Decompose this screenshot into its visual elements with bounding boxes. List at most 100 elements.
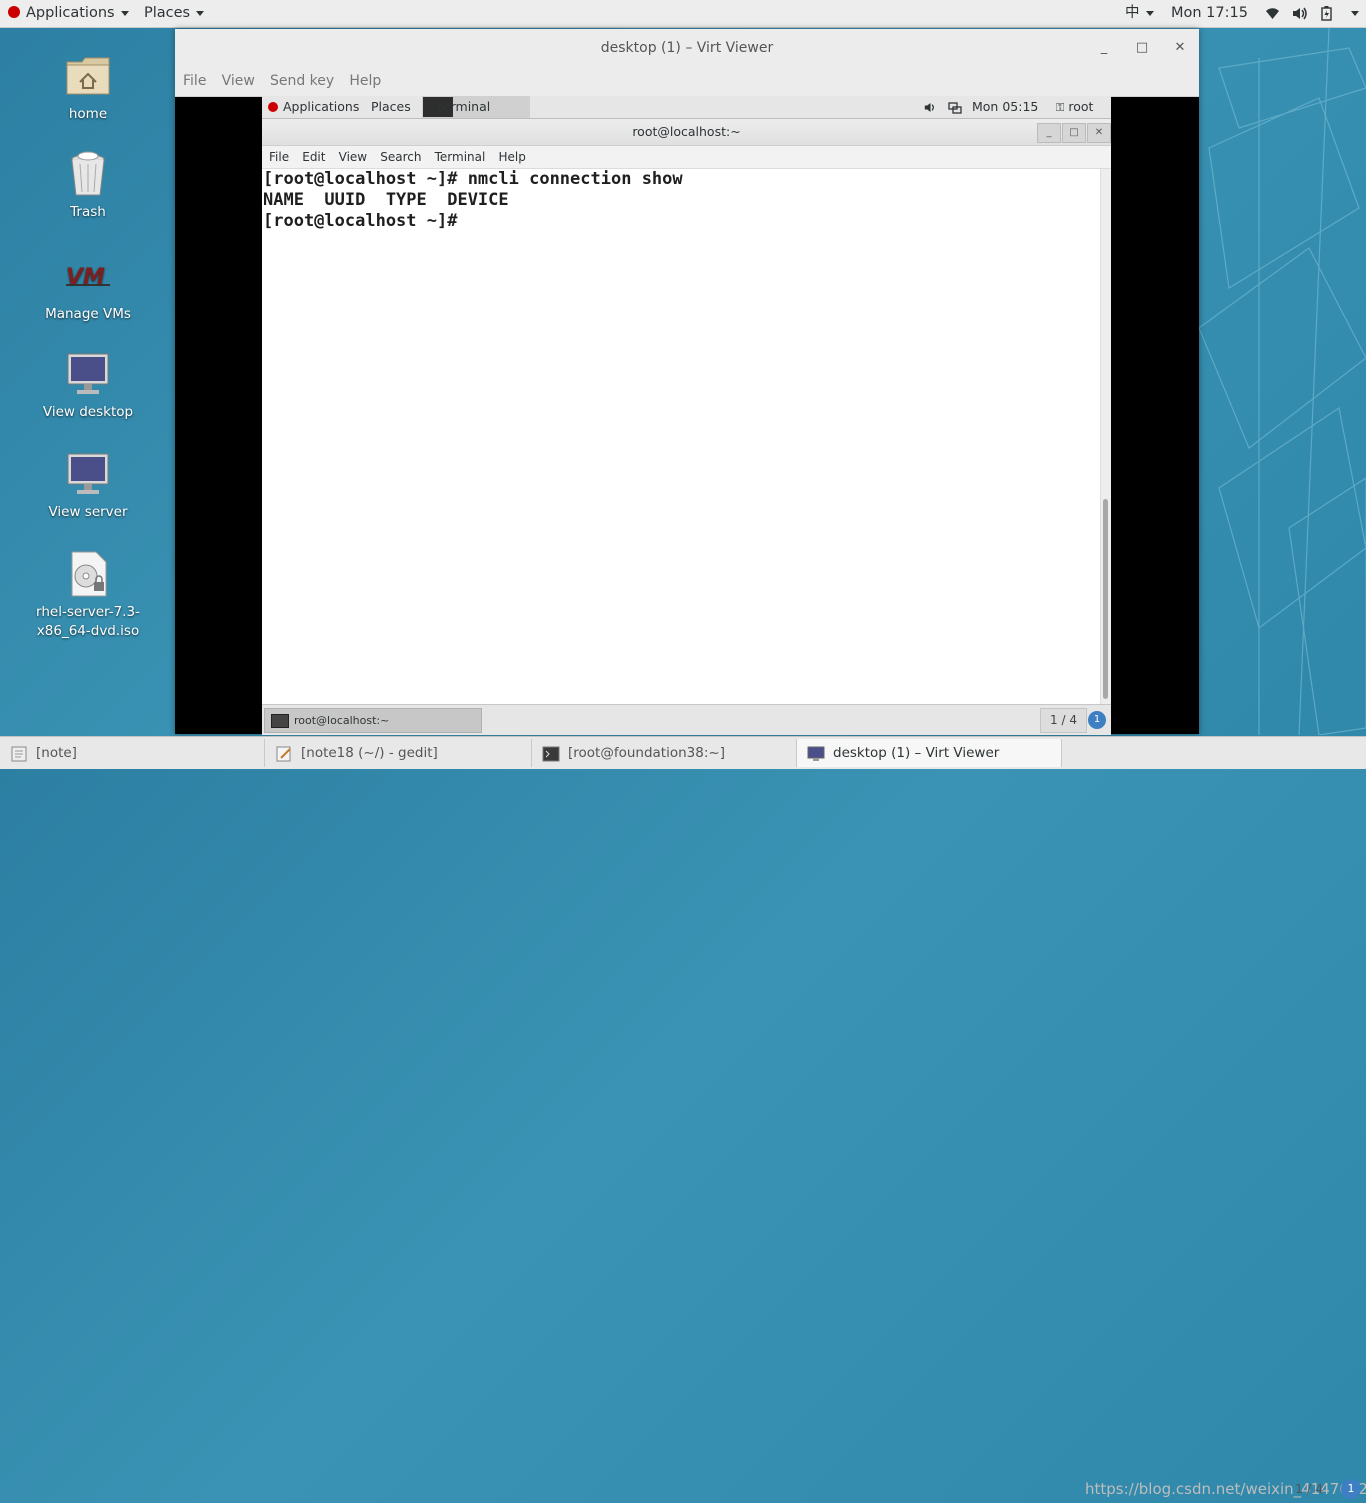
close-button[interactable]: ✕ — [1165, 29, 1195, 67]
terminal-menu-view[interactable]: View — [339, 146, 367, 168]
terminal-menu-search[interactable]: Search — [380, 146, 421, 168]
terminal-icon — [542, 744, 560, 762]
terminal-scrollbar[interactable] — [1100, 169, 1111, 704]
chevron-down-icon — [1145, 10, 1154, 16]
input-method-indicator[interactable]: 中 — [1125, 0, 1154, 27]
terminal-menubar: File Edit View Search Terminal Help — [262, 146, 1111, 169]
virt-viewer-window: desktop (1) – Virt Viewer _ □ ✕ File Vie… — [175, 29, 1199, 735]
desktop-icon-view-desktop[interactable]: View desktop — [28, 350, 148, 420]
text-file-icon — [10, 744, 28, 762]
guest-workspace-switcher[interactable]: 1 / 4 — [1040, 708, 1087, 733]
guest-network-icon[interactable] — [948, 96, 962, 118]
desktop-icon-label: Trash — [70, 204, 106, 220]
desktop-icon-view-server[interactable]: View server — [28, 450, 148, 520]
terminal-title: root@localhost:~ — [632, 124, 741, 139]
guest-volume-icon[interactable] — [924, 96, 937, 118]
disc-image-file-icon — [64, 550, 112, 598]
chevron-down-icon — [120, 10, 129, 16]
taskbar-item-virt-viewer[interactable]: desktop (1) – Virt Viewer — [797, 739, 1062, 767]
desktop-icon-iso[interactable]: rhel-server-7.3- x86_64-dvd.iso — [28, 550, 148, 639]
window-title: desktop (1) – Virt Viewer — [600, 40, 774, 56]
desktop-decoration — [1199, 28, 1366, 735]
guest-user-label: root — [1068, 99, 1094, 114]
gedit-icon — [275, 744, 293, 762]
terminal-icon — [271, 714, 289, 728]
user-icon: ⚿ — [1056, 101, 1065, 114]
desktop-icon-label: View desktop — [42, 404, 134, 420]
wifi-icon[interactable] — [1265, 0, 1280, 27]
redhat-logo-icon — [268, 101, 278, 112]
guest-taskbar-item-terminal[interactable]: root@localhost:~ — [264, 708, 482, 733]
places-menu[interactable]: Places — [144, 0, 205, 27]
top-panel: Applications Places 中 Mon 17:15 — [0, 0, 1366, 28]
desktop-icon-label: x86_64-dvd.iso — [36, 623, 140, 639]
system-menu[interactable] — [1345, 0, 1359, 27]
applications-label: Applications — [26, 5, 115, 21]
guest-bottom-panel: root@localhost:~ 1 / 4 1 — [262, 704, 1111, 735]
terminal-menu-edit[interactable]: Edit — [302, 146, 325, 168]
chevron-down-icon — [196, 10, 205, 16]
svg-text:VM: VM — [66, 265, 105, 290]
taskbar-item-gedit[interactable]: [note18 (~/) - gedit] — [265, 739, 532, 767]
guest-user-menu[interactable]: ⚿ root — [1056, 96, 1093, 119]
desktop-icon-trash[interactable]: Trash — [28, 150, 148, 220]
scrollbar-thumb[interactable] — [1103, 499, 1108, 699]
terminal-line: [root@localhost ~]# nmcli connection sho… — [263, 169, 683, 189]
window-titlebar[interactable]: desktop (1) – Virt Viewer — [175, 29, 1199, 67]
terminal-menu-terminal[interactable]: Terminal — [435, 146, 486, 168]
guest-clock[interactable]: Mon 05:15 — [972, 96, 1038, 118]
redhat-logo-icon — [8, 6, 20, 18]
monitor-icon — [64, 450, 112, 498]
taskbar-item-label: [note18 (~/) - gedit] — [301, 745, 438, 761]
desktop-icon-label: View server — [48, 504, 128, 520]
guest-terminal-label: terminal — [438, 99, 491, 114]
terminal-menu-file[interactable]: File — [269, 146, 289, 168]
terminal-window: root@localhost:~ _ □ ✕ File Edit View Se… — [262, 119, 1111, 704]
taskbar-item-label: [note] — [36, 745, 77, 761]
guest-applications-label: Applications — [283, 99, 360, 114]
monitor-icon — [64, 350, 112, 398]
battery-icon[interactable] — [1321, 0, 1332, 27]
guest-top-panel: Applications Places terminal Mon 05:15 ⚿… — [262, 96, 1111, 119]
monitor-icon — [807, 744, 825, 761]
volume-icon[interactable] — [1292, 0, 1308, 27]
menu-help[interactable]: Help — [349, 67, 381, 96]
trash-icon — [64, 150, 112, 198]
guest-task-label: root@localhost:~ — [294, 714, 390, 727]
desktop-icon-label: home — [68, 106, 108, 122]
minimize-button[interactable]: _ — [1089, 29, 1119, 67]
terminal-output[interactable]: [root@localhost ~]# nmcli connection sho… — [262, 169, 1101, 704]
guest-terminal-launcher[interactable]: terminal — [422, 96, 530, 118]
guest-display[interactable]: Applications Places terminal Mon 05:15 ⚿… — [262, 96, 1111, 735]
chevron-down-icon — [1351, 10, 1359, 16]
maximize-button[interactable]: □ — [1127, 29, 1157, 67]
taskbar-item-terminal[interactable]: [root@foundation38:~] — [532, 739, 797, 767]
taskbar-item-label: [root@foundation38:~] — [568, 745, 725, 761]
desktop-icon-label: Manage VMs — [45, 306, 131, 322]
terminal-line: NAME UUID TYPE DEVICE — [263, 190, 509, 210]
terminal-close-button[interactable]: ✕ — [1087, 123, 1111, 143]
terminal-maximize-button[interactable]: □ — [1062, 123, 1086, 143]
input-method-label: 中 — [1125, 5, 1140, 21]
guest-applications-menu[interactable]: Applications — [268, 96, 359, 118]
desktop-icon-home[interactable]: home — [28, 52, 148, 122]
terminal-line: [root@localhost ~]# — [263, 211, 458, 231]
places-label: Places — [144, 5, 191, 21]
menu-view[interactable]: View — [222, 67, 255, 96]
clock[interactable]: Mon 17:15 — [1171, 0, 1248, 27]
guest-notification-badge[interactable]: 1 — [1088, 711, 1106, 729]
bottom-panel: [note] [note18 (~/) - gedit] [root@found… — [0, 736, 1366, 1499]
taskbar-item-note[interactable]: [note] — [0, 739, 265, 767]
menubar: File View Send key Help — [175, 67, 1199, 97]
menu-send-key[interactable]: Send key — [270, 67, 334, 96]
menu-file[interactable]: File — [183, 67, 206, 96]
applications-menu[interactable]: Applications — [8, 0, 129, 27]
desktop-icon-manage-vms[interactable]: VM Manage VMs — [28, 252, 148, 322]
notification-badge[interactable]: 1 — [1341, 1479, 1361, 1499]
terminal-titlebar[interactable]: root@localhost:~ — [262, 119, 1111, 146]
guest-places-menu[interactable]: Places — [371, 96, 411, 118]
workspace-switcher[interactable]: 1 / 4 — [1291, 1478, 1327, 1500]
terminal-menu-help[interactable]: Help — [498, 146, 525, 168]
terminal-minimize-button[interactable]: _ — [1037, 123, 1061, 143]
taskbar-item-label: desktop (1) – Virt Viewer — [833, 745, 1000, 761]
